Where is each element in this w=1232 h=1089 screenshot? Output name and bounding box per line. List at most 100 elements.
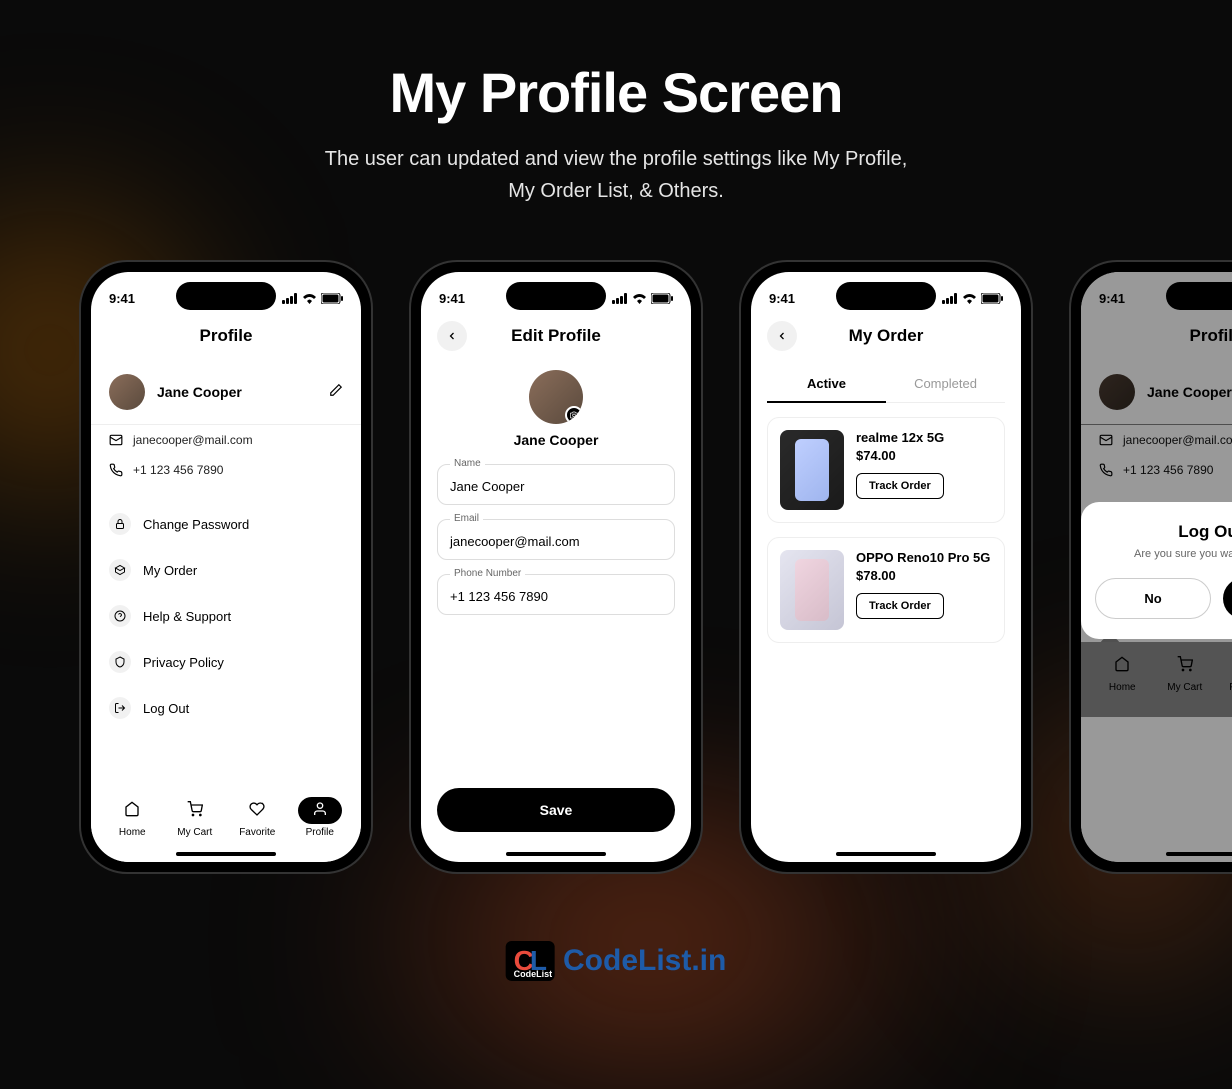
heart-icon (249, 801, 265, 817)
chevron-left-icon (446, 330, 458, 342)
shield-icon (109, 651, 131, 673)
edit-form: Name Jane Cooper Email janecooper@mail.c… (421, 448, 691, 645)
order-card-0[interactable]: realme 12x 5G $74.00 Track Order (767, 417, 1005, 523)
camera-icon (570, 411, 578, 419)
wifi-icon (962, 293, 977, 304)
phone-my-order: 9:41 My Order Active Completed (741, 262, 1031, 872)
page-subtitle: The user can updated and view the profil… (0, 143, 1232, 207)
email-icon (109, 433, 123, 447)
tab-completed[interactable]: Completed (886, 366, 1005, 403)
edit-avatar-section: Jane Cooper (421, 370, 691, 448)
signal-icon (282, 293, 298, 304)
order-title-1: OPPO Reno10 Pro 5G (856, 550, 992, 565)
order-price-0: $74.00 (856, 448, 992, 463)
phone-label: Phone Number (450, 568, 525, 579)
product-image-0 (780, 430, 844, 510)
notch (506, 282, 606, 310)
home-indicator (836, 852, 936, 856)
nav-cart[interactable]: My Cart (173, 797, 217, 838)
logout-modal: Log Out? Are you sure you want to log ou… (1081, 502, 1232, 639)
bottom-nav: Home My Cart Favorite Profile (91, 787, 361, 862)
status-icons (282, 293, 343, 304)
phone-profile: 9:41 Profile Jane Cooper janecooper@ (81, 262, 371, 872)
email-field[interactable]: Email janecooper@mail.com (437, 519, 675, 560)
signal-icon (942, 293, 958, 304)
name-field[interactable]: Name Jane Cooper (437, 464, 675, 505)
menu-my-order[interactable]: My Order (91, 547, 361, 593)
phone-field[interactable]: Phone Number +1 123 456 7890 (437, 574, 675, 615)
order-header: My Order (751, 312, 1021, 360)
order-title-0: realme 12x 5G (856, 430, 992, 445)
battery-icon (321, 293, 343, 304)
back-button[interactable] (437, 321, 467, 351)
box-icon (109, 559, 131, 581)
name-value: Jane Cooper (450, 479, 662, 494)
status-icons (612, 293, 673, 304)
menu-log-out[interactable]: Log Out (91, 685, 361, 731)
camera-badge[interactable] (565, 406, 583, 424)
modal-yes-button[interactable]: Yes (1223, 578, 1232, 619)
cart-icon (187, 801, 203, 817)
menu-change-password[interactable]: Change Password (91, 501, 361, 547)
edit-icon[interactable] (329, 383, 343, 402)
user-name-label: Jane Cooper (157, 384, 329, 400)
wifi-icon (632, 293, 647, 304)
track-button-0[interactable]: Track Order (856, 473, 944, 499)
phone-value: +1 123 456 7890 (450, 589, 662, 604)
email-value: janecooper@mail.com (450, 534, 662, 549)
modal-title: Log Out? (1095, 522, 1232, 542)
order-tabs: Active Completed (751, 360, 1021, 403)
name-label: Name (450, 458, 485, 469)
product-image-1 (780, 550, 844, 630)
notch (176, 282, 276, 310)
phone-logout: 9:41 Profile Jane Cooper (1071, 262, 1232, 872)
order-price-1: $78.00 (856, 568, 992, 583)
help-icon (109, 605, 131, 627)
chevron-left-icon (776, 330, 788, 342)
status-time: 9:41 (109, 291, 135, 306)
modal-text: Are you sure you want to log out? (1095, 548, 1232, 560)
wifi-icon (302, 293, 317, 304)
email-label: Email (450, 513, 483, 524)
save-button[interactable]: Save (437, 788, 675, 832)
phone-value: +1 123 456 7890 (133, 463, 223, 477)
home-indicator (176, 852, 276, 856)
edit-user-name: Jane Cooper (421, 432, 691, 448)
menu-help-support[interactable]: Help & Support (91, 593, 361, 639)
modal-no-button[interactable]: No (1095, 578, 1211, 619)
edit-header-title: Edit Profile (511, 326, 601, 346)
battery-icon (651, 293, 673, 304)
phone-edit-profile: 9:41 Edit Profile Jane (411, 262, 701, 872)
nav-home[interactable]: Home (110, 797, 154, 838)
email-value: janecooper@mail.com (133, 433, 253, 447)
page-title: My Profile Screen (0, 60, 1232, 125)
logout-icon (109, 697, 131, 719)
menu-privacy-policy[interactable]: Privacy Policy (91, 639, 361, 685)
track-button-1[interactable]: Track Order (856, 593, 944, 619)
status-icons (942, 293, 1003, 304)
avatar (109, 374, 145, 410)
brand-logo: CL CodeList CodeList.in (506, 941, 727, 981)
user-icon (312, 801, 328, 817)
nav-profile[interactable]: Profile (298, 797, 342, 838)
phone-row: +1 123 456 7890 (91, 455, 361, 485)
home-indicator (506, 852, 606, 856)
tab-active[interactable]: Active (767, 366, 886, 403)
notch (836, 282, 936, 310)
phone-icon (109, 463, 123, 477)
menu-section: Change Password My Order Help & Support … (91, 501, 361, 731)
avatar-big[interactable] (529, 370, 583, 424)
user-row[interactable]: Jane Cooper (91, 360, 361, 425)
order-header-title: My Order (849, 326, 924, 346)
email-row: janecooper@mail.com (91, 425, 361, 455)
page-header: My Profile Screen The user can updated a… (0, 0, 1232, 207)
battery-icon (981, 293, 1003, 304)
edit-header: Edit Profile (421, 312, 691, 360)
brand-text: CodeList.in (563, 944, 726, 978)
profile-header-title: Profile (200, 326, 253, 346)
back-button[interactable] (767, 321, 797, 351)
nav-favorite[interactable]: Favorite (235, 797, 279, 838)
signal-icon (612, 293, 628, 304)
order-card-1[interactable]: OPPO Reno10 Pro 5G $78.00 Track Order (767, 537, 1005, 643)
status-time: 9:41 (439, 291, 465, 306)
